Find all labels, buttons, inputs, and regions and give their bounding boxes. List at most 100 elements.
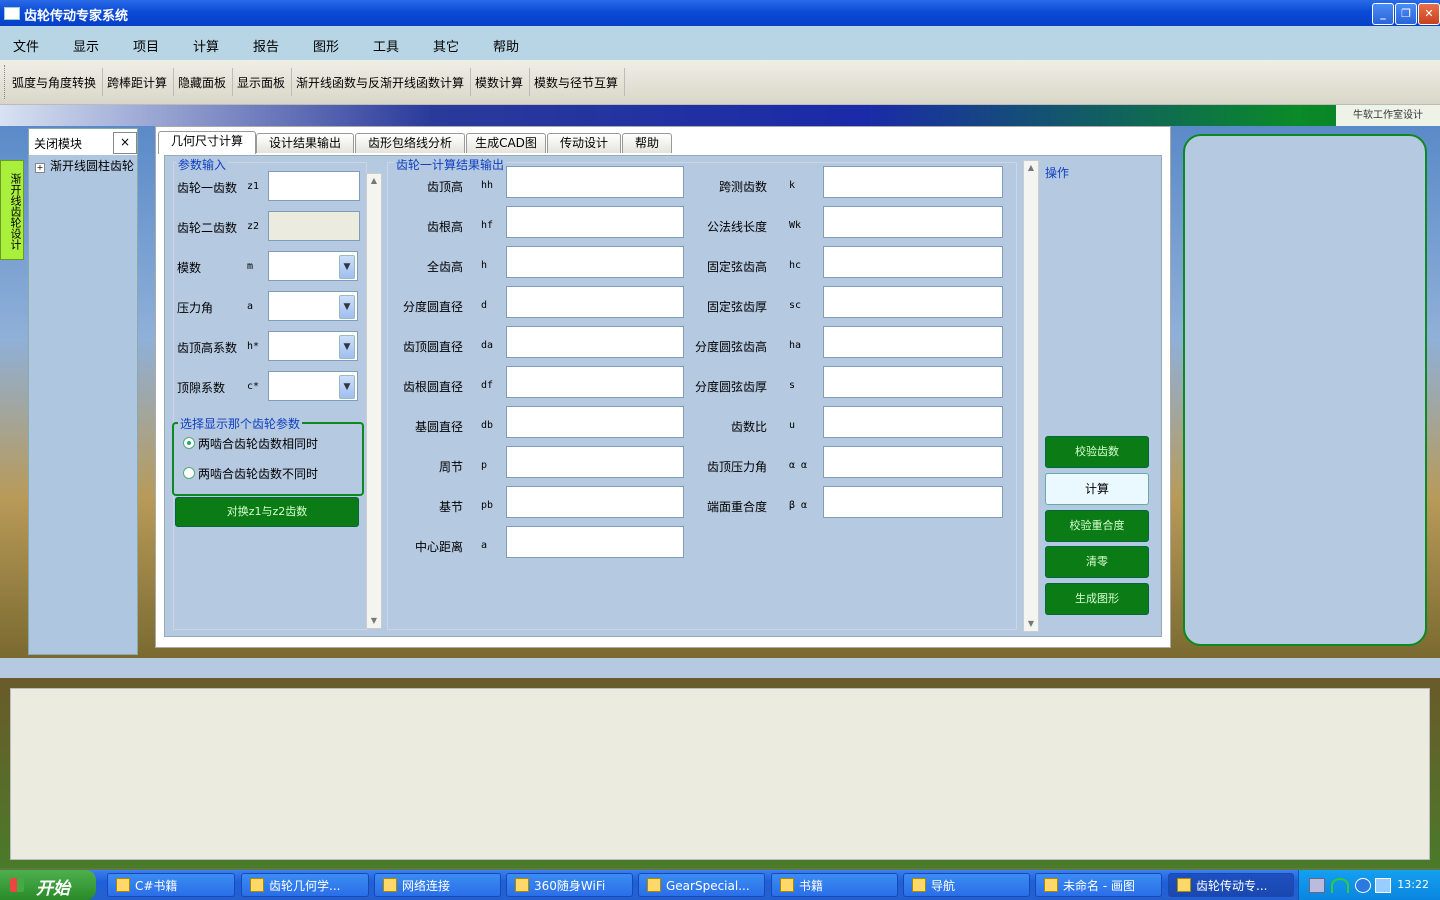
tab-transmission-design[interactable]: 传动设计 [547, 133, 621, 153]
tree-item-involute-cylindrical-gear[interactable]: + 渐开线圆柱齿轮 [35, 157, 134, 174]
toolbar-span-measure-button[interactable]: 跨棒距计算 [107, 74, 167, 91]
result-right-value[interactable] [823, 286, 1003, 318]
close-panel-button[interactable]: × [113, 132, 137, 154]
taskbar-item[interactable]: 书籍 [771, 873, 898, 897]
radio-different-teeth[interactable]: 两啮合齿轮齿数不同时 [183, 465, 318, 482]
menu-report[interactable]: 报告 [253, 36, 279, 55]
task-app-icon [1177, 878, 1191, 892]
taskbar-item[interactable]: 360随身WiFi [506, 873, 633, 897]
radio-unchecked-icon[interactable] [183, 467, 195, 479]
wifi-icon[interactable] [1331, 878, 1349, 893]
toolbar-hide-panel-button[interactable]: 隐藏面板 [178, 74, 226, 91]
menu-view[interactable]: 显示 [73, 36, 99, 55]
menu-file[interactable]: 文件 [13, 36, 39, 55]
tab-cad[interactable]: 生成CAD图 [466, 133, 546, 153]
clearance-coef-label: 顶隙系数 [177, 381, 226, 395]
module-select[interactable]: ▼ [268, 251, 358, 281]
taskbar-item[interactable]: 导航 [903, 873, 1030, 897]
taskbar-item[interactable]: 网络连接 [374, 873, 501, 897]
start-label: 开始 [36, 879, 70, 899]
toolbar-grip[interactable] [4, 65, 8, 99]
toolbar-module-pitch-button[interactable]: 模数与径节互算 [534, 74, 618, 91]
title-bar: 齿轮传动专家系统 _ ❐ ✕ [0, 0, 1440, 26]
involute-gear-design-tab[interactable]: 渐开线齿轮设计 [0, 160, 24, 260]
operations-title: 操作 [1043, 164, 1072, 181]
module-side-panel: 关闭模块 × + 渐开线圆柱齿轮 [28, 128, 138, 655]
taskbar-item[interactable]: C#书籍 [107, 873, 235, 897]
addendum-coef-select[interactable]: ▼ [268, 331, 358, 361]
tree-expand-icon[interactable]: + [35, 163, 45, 173]
result-right-value[interactable] [823, 166, 1003, 198]
menu-project[interactable]: 项目 [133, 36, 159, 55]
task-app-icon [780, 878, 794, 892]
calculate-button[interactable]: 计算 [1045, 473, 1149, 505]
maximize-button[interactable]: ❐ [1395, 3, 1417, 25]
result-left-symbol: hf [481, 220, 494, 231]
toolbar-radian-degree-button[interactable]: 弧度与角度转换 [12, 74, 96, 91]
result-left-value[interactable] [506, 526, 684, 558]
result-right-value[interactable] [823, 406, 1003, 438]
menu-help[interactable]: 帮助 [493, 36, 519, 55]
tab-geometry[interactable]: 几何尺寸计算 [158, 131, 256, 154]
toolbar-separator [232, 68, 233, 96]
tab-envelope-analysis[interactable]: 齿形包络线分析 [355, 133, 465, 153]
result-right-value[interactable] [823, 486, 1003, 518]
result-scrollbar[interactable]: ▲ ▼ [1023, 160, 1039, 632]
clearance-coef-select[interactable]: ▼ [268, 371, 358, 401]
pressure-angle-select[interactable]: ▼ [268, 291, 358, 321]
result-right-symbol: hc [789, 260, 802, 271]
taskbar-item[interactable]: 未命名 - 画图 [1035, 873, 1162, 897]
task-label: 书籍 [799, 879, 824, 893]
menu-bar: 文件 显示 项目 计算 报告 图形 工具 其它 帮助 [0, 26, 1440, 60]
keyboard-icon[interactable] [1309, 878, 1325, 893]
gear1-teeth-input[interactable] [268, 171, 360, 201]
result-right-value[interactable] [823, 206, 1003, 238]
studio-credit: 牛软工作室设计 [1336, 105, 1440, 126]
show-hidden-icons-icon[interactable] [1355, 878, 1371, 893]
menu-other[interactable]: 其它 [433, 36, 459, 55]
param-scrollbar[interactable]: ▲ ▼ [366, 173, 382, 629]
result-left-symbol: h [481, 260, 488, 271]
result-left-symbol: pb [481, 500, 494, 511]
menu-calculate[interactable]: 计算 [193, 36, 219, 55]
scroll-down-icon[interactable]: ▼ [367, 614, 381, 628]
toolbar-show-panel-button[interactable]: 显示面板 [237, 74, 285, 91]
taskbar-item[interactable]: 齿轮几何学... [241, 873, 369, 897]
taskbar-item[interactable]: 齿轮传动专... [1168, 873, 1294, 897]
start-button[interactable]: 开始 [0, 870, 96, 900]
tab-design-output[interactable]: 设计结果输出 [256, 133, 354, 153]
network-icon[interactable] [1375, 878, 1391, 893]
output-text-area[interactable] [10, 688, 1430, 860]
minimize-button[interactable]: _ [1372, 3, 1394, 25]
toolbar-module-calc-button[interactable]: 模数计算 [475, 74, 523, 91]
taskbar-item[interactable]: GearSpecial... [638, 873, 765, 897]
tab-help[interactable]: 帮助 [622, 133, 672, 153]
scroll-up-icon[interactable]: ▲ [1024, 161, 1038, 175]
generate-graph-button[interactable]: 生成图形 [1045, 583, 1149, 615]
param-input-title: 参数输入 [176, 156, 229, 173]
addendum-coef-label: 齿顶高系数 [177, 341, 238, 355]
verify-teeth-button[interactable]: 校验齿数 [1045, 436, 1149, 468]
menu-graphics[interactable]: 图形 [313, 36, 339, 55]
close-button[interactable]: ✕ [1418, 3, 1440, 25]
result-right-value[interactable] [823, 326, 1003, 358]
result-right-label: 跨测齿数 [718, 180, 767, 194]
scroll-down-icon[interactable]: ▼ [1024, 617, 1038, 631]
result-right-value[interactable] [823, 366, 1003, 398]
clear-button[interactable]: 清零 [1045, 546, 1149, 578]
menu-tools[interactable]: 工具 [373, 36, 399, 55]
radio-checked-icon[interactable] [183, 437, 195, 449]
window-title: 齿轮传动专家系统 [24, 9, 129, 24]
verify-contact-ratio-button[interactable]: 校验重合度 [1045, 510, 1149, 542]
toolbar-involute-function-button[interactable]: 渐开线函数与反渐开线函数计算 [296, 74, 464, 91]
side-panel-header: 关闭模块 × [29, 129, 137, 155]
radio-same-teeth[interactable]: 两啮合齿轮齿数相同时 [183, 435, 318, 452]
task-app-icon [912, 878, 926, 892]
result-left-symbol: da [481, 340, 494, 351]
result-right-value[interactable] [823, 446, 1003, 478]
result-right-value[interactable] [823, 246, 1003, 278]
swap-teeth-button[interactable]: 对换z1与z2齿数 [175, 497, 359, 527]
result-right-label: 固定弦齿高 [706, 260, 767, 274]
pressure-angle-label: 压力角 [177, 301, 214, 315]
toolbar-separator [529, 68, 530, 96]
